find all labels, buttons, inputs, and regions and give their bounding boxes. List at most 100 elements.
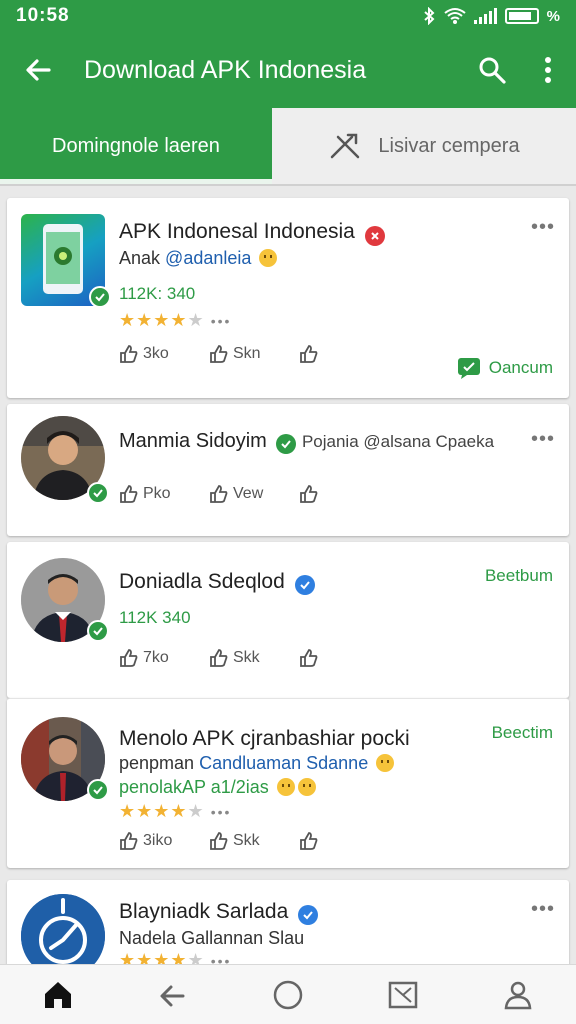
card-name-text: APK Indonesal Indonesia xyxy=(119,220,355,243)
card-actions: 3ko Skn xyxy=(119,344,389,364)
card-name-text: Blayniadk Sarlada xyxy=(119,900,289,923)
download-button[interactable]: Oancum xyxy=(457,356,553,380)
card-name: Doniadla Sdeqlod xyxy=(119,570,315,595)
follow-button[interactable]: Beectim xyxy=(492,723,553,743)
verified-badge-icon xyxy=(294,575,315,595)
share-icon xyxy=(300,649,318,667)
feed-card[interactable]: Doniadla Sdeqlod Beetbum 112K 340 7ko Sk… xyxy=(7,542,569,698)
card-subtitle: Nadela Gallannan Slau xyxy=(119,928,304,949)
feed-card[interactable]: Blayniadk Sarlada Nadela Gallannan Slau … xyxy=(7,880,569,964)
share-icon xyxy=(300,345,318,363)
status-bar: 10:58 % xyxy=(0,0,576,32)
card-menu-icon[interactable]: ••• xyxy=(531,898,555,921)
emoji-icon xyxy=(297,778,316,796)
share-icon xyxy=(300,485,318,503)
tab-active[interactable]: Domingnole laeren xyxy=(0,108,272,184)
like-button[interactable]: 3ko xyxy=(119,344,209,364)
search-icon[interactable] xyxy=(464,32,520,108)
rating-stars: ★★★★★ ••• xyxy=(119,801,232,821)
like-count: 3iko xyxy=(143,832,173,849)
status-time: 10:58 xyxy=(16,5,70,26)
verified-badge-icon xyxy=(364,226,385,246)
repost-count: Skn xyxy=(233,345,261,362)
card-stats: 112K 340 xyxy=(119,608,191,627)
card-name-text: Doniadla Sdeqlod xyxy=(119,570,285,593)
share-button[interactable] xyxy=(299,648,389,668)
card-subtitle-prefix: Nadela xyxy=(119,928,177,948)
card-actions: Pko Vew xyxy=(119,484,389,504)
card-subline-text: penolakAP a1/2ias xyxy=(119,777,269,797)
share-button[interactable] xyxy=(299,484,389,504)
share-button[interactable] xyxy=(299,344,389,364)
repost-count: Skk xyxy=(233,649,260,666)
feed-card-app[interactable]: APK Indonesal Indonesia Anak @adanleia 1… xyxy=(7,198,569,398)
badge-icon xyxy=(87,620,109,642)
repost-count: Skk xyxy=(233,832,260,849)
battery-icon xyxy=(504,8,539,24)
card-name: Blayniadk Sarlada xyxy=(119,900,319,925)
card-handle[interactable]: Candluaman Sdanne xyxy=(199,753,368,773)
circle-icon[interactable] xyxy=(258,965,318,1024)
tab-label: Lisivar cempera xyxy=(378,134,520,157)
repost-button[interactable]: Skk xyxy=(209,648,299,668)
tab-inactive[interactable]: Lisivar cempera xyxy=(272,108,576,184)
card-subtitle: penpman Candluaman Sdanne xyxy=(119,753,395,774)
recent-icon[interactable] xyxy=(373,965,433,1024)
card-name: Menolo APK cjranbashiar pocki xyxy=(119,727,410,750)
share-button[interactable] xyxy=(299,831,389,851)
repost-button[interactable]: Skn xyxy=(209,344,299,364)
card-actions: 3iko Skk xyxy=(119,831,389,851)
download-label: Oancum xyxy=(488,358,553,377)
card-name-suffix: Pojania @alsana Cpaeka xyxy=(301,432,495,451)
page-title: Download APK Indonesia xyxy=(84,55,367,84)
card-actions: 7ko Skk xyxy=(119,648,389,668)
like-count: 7ko xyxy=(143,649,169,666)
like-icon xyxy=(120,485,138,503)
like-button[interactable]: Pko xyxy=(119,484,209,504)
tab-label: Domingnole laeren xyxy=(52,134,220,157)
home-icon[interactable] xyxy=(28,965,88,1024)
verified-badge-icon xyxy=(276,434,297,454)
feed-list: APK Indonesal Indonesia Anak @adanleia 1… xyxy=(0,186,576,964)
battery-label: % xyxy=(546,7,560,25)
rating-stars: ★★★★★ ••• xyxy=(119,310,232,330)
card-menu-icon[interactable]: ••• xyxy=(531,428,555,451)
avatar xyxy=(21,894,105,964)
like-button[interactable]: 3iko xyxy=(119,831,209,851)
card-stats: 112K: 340 xyxy=(119,284,196,303)
repost-icon xyxy=(210,345,228,363)
tab-bar: Domingnole laeren Lisivar cempera xyxy=(0,108,576,186)
card-menu-icon[interactable]: ••• xyxy=(531,216,555,239)
card-handle[interactable]: @adanleia xyxy=(165,248,251,268)
card-subline: penolakAP a1/2ias xyxy=(119,777,316,798)
repost-icon xyxy=(210,832,228,850)
app-bar: Download APK Indonesia xyxy=(0,32,576,108)
bottom-nav xyxy=(0,964,576,1024)
badge-icon xyxy=(87,482,109,504)
verified-badge-icon xyxy=(298,905,319,925)
card-name-text: Manmia Sidoyim xyxy=(119,430,267,452)
card-subtitle: Anak @adanleia xyxy=(119,248,278,269)
card-handle[interactable]: Gallannan Slau xyxy=(181,928,304,948)
emoji-icon xyxy=(376,754,395,772)
wifi-icon xyxy=(444,8,466,24)
repost-button[interactable]: Skk xyxy=(209,831,299,851)
like-button[interactable]: 7ko xyxy=(119,648,209,668)
nav-back-icon[interactable] xyxy=(143,965,203,1024)
rating-stars: ★★★★★ ••• xyxy=(119,950,232,964)
bluetooth-icon xyxy=(423,7,435,25)
like-icon xyxy=(120,832,138,850)
profile-icon[interactable] xyxy=(488,965,548,1024)
more-icon[interactable] xyxy=(520,32,576,108)
feed-card[interactable]: Menolo APK cjranbashiar pocki penpman Ca… xyxy=(7,698,569,868)
badge-icon xyxy=(89,286,111,308)
follow-button[interactable]: Beetbum xyxy=(485,566,553,586)
card-subtitle-prefix: penpman xyxy=(119,753,195,773)
repost-button[interactable]: Vew xyxy=(209,484,299,504)
chat-icon xyxy=(457,358,480,379)
emoji-icon xyxy=(259,249,278,267)
back-icon[interactable] xyxy=(0,32,76,108)
like-icon xyxy=(120,345,138,363)
repost-count: Vew xyxy=(233,485,264,502)
feed-card[interactable]: Manmia Sidoyim Pojania @alsana Cpaeka ••… xyxy=(7,404,569,536)
